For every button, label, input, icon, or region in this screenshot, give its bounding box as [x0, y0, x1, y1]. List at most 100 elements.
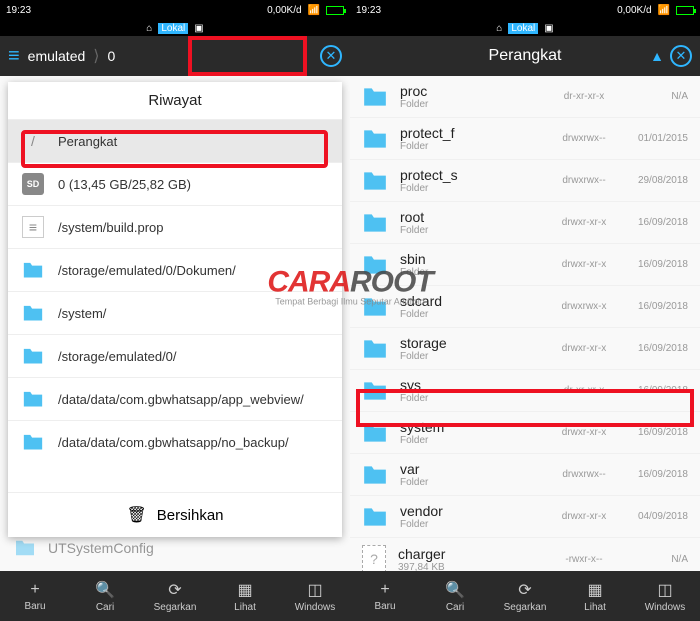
file-row[interactable]: sbinFolderdrwxr-xr-x16/09/2018 [350, 244, 700, 286]
file-info: sdcardFolder [400, 293, 540, 320]
folder-icon [362, 422, 388, 444]
clear-button[interactable]: 🗑 Bersihkan [8, 492, 342, 537]
file-sub: Folder [400, 267, 540, 278]
bottombar-baru[interactable]: +Baru [0, 571, 70, 621]
history-item[interactable]: SD0 (13,45 GB/25,82 GB) [8, 162, 342, 205]
history-item[interactable]: ≡ /system/build.prop [8, 205, 342, 248]
file-date: 16/09/2018 [628, 469, 688, 480]
history-item[interactable]: /data/data/com.gbwhatsapp/no_backup/ [8, 420, 342, 463]
file-name: system [400, 419, 540, 435]
crumb-emulated[interactable]: emulated [28, 48, 86, 64]
file-row[interactable]: rootFolderdrwxr-xr-x16/09/2018 [350, 202, 700, 244]
bottombar-segarkan[interactable]: ⟳Segarkan [140, 571, 210, 621]
file-date: 16/09/2018 [628, 217, 688, 228]
file-perm: drwxrwx-- [552, 469, 616, 480]
bottombar-windows[interactable]: ◫Windows [630, 571, 700, 621]
file-row[interactable]: protect_fFolder drwxrwx-- 01/01/2015 [350, 118, 700, 160]
menu-icon[interactable]: ≡ [8, 45, 20, 68]
sd-icon: SD [22, 173, 44, 195]
file-info: sbinFolder [400, 251, 540, 278]
grid-icon: ▦ [237, 580, 252, 600]
history-item-text: /system/build.prop [58, 220, 164, 235]
bottombar-windows[interactable]: ◫Windows [280, 571, 350, 621]
file-row[interactable]: protect_sFolderdrwxrwx--29/08/2018 [350, 160, 700, 202]
bottombar-label: Lihat [234, 602, 256, 613]
file-name: protect_f [400, 125, 540, 141]
search-icon: 🔍 [445, 580, 465, 600]
file-date: N/A [628, 91, 688, 102]
file-info: protect_fFolder [400, 125, 540, 152]
history-item-text: /data/data/com.gbwhatsapp/app_webview/ [58, 392, 304, 407]
file-name: sbin [400, 251, 540, 267]
folder-icon [362, 170, 388, 192]
file-info: systemFolder [400, 419, 540, 446]
file-perm: dr-xr-xr-x [552, 385, 616, 396]
file-row[interactable]: systemFolder drwxr-xr-x 16/09/2018 [350, 412, 700, 454]
file-sub: 397,84 KB [398, 562, 540, 572]
file-perm: drwxr-xr-x [552, 427, 616, 438]
history-item[interactable]: /Perangkat [8, 119, 342, 162]
popup-title: Riwayat [8, 82, 342, 119]
signal-icon: 📶 [658, 5, 670, 16]
file-name: vendor [400, 503, 540, 519]
close-icon[interactable]: ✕ [670, 45, 692, 67]
bottombar-segarkan[interactable]: ⟳Segarkan [490, 571, 560, 621]
crumb-zero[interactable]: 0 [108, 48, 116, 64]
trash-icon: 🗑 [126, 505, 146, 525]
page-title: Perangkat [489, 47, 562, 65]
bottombar-cari[interactable]: 🔍 Cari [420, 571, 490, 621]
file-sub: Folder [400, 183, 540, 194]
bottombar-lihat[interactable]: ▦ Lihat [210, 571, 280, 621]
file-date: 16/09/2018 [628, 385, 688, 396]
history-item[interactable]: /system/ [8, 291, 342, 334]
file-sub: Folder [400, 99, 540, 110]
bottombar-cari[interactable]: 🔍Cari [70, 571, 140, 621]
folder-icon [362, 254, 388, 276]
file-sub: Folder [400, 477, 540, 488]
search-icon: 🔍 [95, 580, 115, 600]
folder-icon [22, 431, 44, 453]
history-item[interactable]: /storage/emulated/0/ [8, 334, 342, 377]
breadcrumb-bar: ≡ emulated ⟩ 0 ✕ [0, 36, 350, 76]
file-date: 01/01/2015 [628, 133, 688, 144]
bottombar: +Baru🔍Cari⟳Segarkan ▦ Lihat ◫Windows [0, 571, 350, 621]
file-info: sysFolder [400, 377, 540, 404]
file-row[interactable]: procFolderdr-xr-xr-xN/A [350, 76, 700, 118]
history-item[interactable]: /data/data/com.gbwhatsapp/app_webview/ [8, 377, 342, 420]
file-name: protect_s [400, 167, 540, 183]
clear-label: Bersihkan [157, 507, 224, 524]
file-perm: drwxr-xr-x [552, 217, 616, 228]
file-row[interactable]: storageFolderdrwxr-xr-x16/09/2018 [350, 328, 700, 370]
history-item-text: /storage/emulated/0/ [58, 349, 177, 364]
file-row[interactable]: vendorFolderdrwxr-xr-x04/09/2018 [350, 496, 700, 538]
file-row[interactable]: varFolderdrwxrwx--16/09/2018 [350, 454, 700, 496]
bottombar-baru[interactable]: +Baru [350, 571, 420, 621]
bottombar-label: Segarkan [504, 602, 547, 613]
statusbar: 19:23 0,00K/d 📶 [350, 0, 700, 20]
file-row[interactable]: sdcardFolderdrwxrwx-x16/09/2018 [350, 286, 700, 328]
bottombar-label: Cari [446, 602, 464, 613]
file-perm: dr-xr-xr-x [552, 91, 616, 102]
file-perm: drwxr-xr-x [552, 343, 616, 354]
close-icon[interactable]: ✕ [320, 45, 342, 67]
grid-icon: ▦ [587, 580, 602, 600]
file-date: 16/09/2018 [628, 427, 688, 438]
bottombar-lihat[interactable]: ▦Lihat [560, 571, 630, 621]
file-perm: drwxrwx-- [552, 133, 616, 144]
file-row[interactable]: ?charger397,84 KB-rwxr-x--N/A [350, 538, 700, 571]
folder-icon [362, 338, 388, 360]
bottombar-label: Baru [24, 601, 45, 612]
file-row[interactable]: sysFolder dr-xr-xr-x 16/09/2018 [350, 370, 700, 412]
file-sub: Folder [400, 519, 540, 530]
file-name: root [400, 209, 540, 225]
file-sub: Folder [400, 393, 540, 404]
folder-icon [362, 296, 388, 318]
doc-icon: ≡ [22, 216, 44, 238]
topbar: ⌂ Lokal ▣ [0, 20, 350, 36]
file-info: protect_sFolder [400, 167, 540, 194]
slash-icon: / [22, 130, 44, 152]
file-name: sys [400, 377, 540, 393]
file-sub: Folder [400, 351, 540, 362]
arrow-up-icon[interactable]: ▲ [650, 48, 664, 64]
history-item[interactable]: /storage/emulated/0/Dokumen/ [8, 248, 342, 291]
